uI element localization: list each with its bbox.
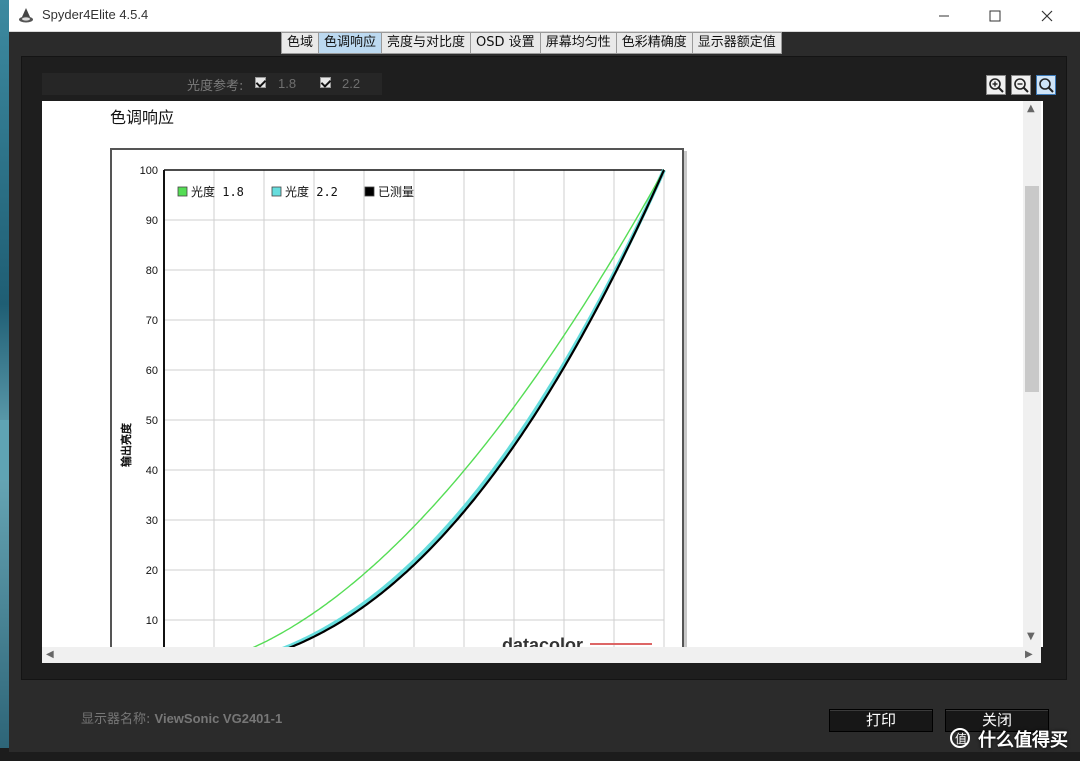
scroll-up-arrow-icon[interactable]: ▲ [1027,103,1035,114]
legend-swatch [271,186,282,197]
tab-gamut[interactable]: 色域 [282,33,320,53]
report-panel: 光度参考: 1.8 2.2 色调响应 10 20 30 40 50 60 70 … [21,56,1067,680]
vertical-scrollbar[interactable]: ▲ ▼ [1023,101,1041,647]
maximize-icon [989,10,1001,22]
y-tick-label: 100 [140,165,158,177]
section-title: 色调响应 [110,108,175,127]
report-content: 色调响应 10 20 30 40 50 60 70 80 90 100 输出亮度 光度 1.8 光度… [42,101,1043,672]
scroll-left-arrow-icon[interactable]: ◀ [46,649,54,660]
maximize-button[interactable] [972,0,1018,32]
monitor-name-value: ViewSonic VG2401-1 [154,711,283,726]
watermark-text: 什么值得买 [978,730,1068,751]
legend-label: 已测量 [378,185,414,199]
legend-swatch [177,186,188,197]
monitor-name-row: 显示器名称: ViewSonic VG2401-1 [81,708,282,727]
chart-legend: 光度 1.8 光度 2.2 已测量 [177,184,414,199]
gamma-1-8-value: 1.8 [278,76,297,91]
tone-response-chart-frame: 10 20 30 40 50 60 70 80 90 100 输出亮度 光度 1.8 光度 2.2 已… [110,148,684,672]
zoom-in-button[interactable] [986,75,1006,95]
scroll-right-arrow-icon[interactable]: ▶ [1025,649,1033,660]
tone-response-chart: 10 20 30 40 50 60 70 80 90 100 输出亮度 光度 1.8 光度 2.2 已… [119,165,666,672]
horizontal-scrollbar[interactable]: ◀ ▶ [42,647,1041,663]
tab-screen-uniformity[interactable]: 屏幕均匀性 [541,33,617,53]
zoom-out-icon [1014,78,1029,93]
y-tick-label: 20 [146,565,158,577]
tab-bar: 色域 色调响应 亮度与对比度 OSD 设置 屏幕均匀性 色彩精确度 显示器额定值 [281,32,782,54]
tab-brightness-contrast[interactable]: 亮度与对比度 [382,33,472,53]
spyder-app-icon [19,8,33,23]
gamma-reference-label: 光度参考: [187,79,244,94]
zoom-fit-button[interactable] [1036,75,1056,95]
tab-display-rating[interactable]: 显示器额定值 [693,33,781,53]
svg-text:值: 值 [955,731,967,746]
gamma-1-8-checkbox[interactable] [255,77,266,88]
legend-label: 光度 2.2 [285,184,338,199]
chart-grid [163,169,665,670]
title-bar: Spyder4Elite 4.5.4 [9,0,1080,32]
vertical-scroll-thumb[interactable] [1025,186,1039,392]
y-tick-label: 70 [146,315,158,327]
smzdm-logo-icon: 值 [950,728,970,748]
monitor-name-label: 显示器名称: [81,712,151,727]
tab-osd-settings[interactable]: OSD 设置 [471,33,541,53]
app-window: Spyder4Elite 4.5.4 色域 色调响应 亮度与对比度 OSD 设置… [9,0,1080,752]
scroll-down-arrow-icon[interactable]: ▼ [1027,631,1035,642]
y-tick-label: 90 [146,215,158,227]
minimize-button[interactable] [921,0,967,32]
gamma-2-2-checkbox[interactable] [320,77,331,88]
print-button[interactable]: 打印 [829,709,933,732]
legend-swatch [364,186,375,197]
gamma-2-2-value: 2.2 [342,76,361,91]
y-tick-label: 60 [146,365,158,377]
y-tick-labels: 10 20 30 40 50 60 70 80 90 100 [140,165,158,627]
tab-tone-response[interactable]: 色调响应 [319,33,383,53]
close-window-button[interactable] [1024,0,1070,32]
legend-label: 光度 1.8 [191,184,244,199]
tab-color-accuracy[interactable]: 色彩精确度 [617,33,693,53]
y-tick-label: 40 [146,465,158,477]
zoom-fit-icon [1039,78,1054,93]
y-tick-label: 10 [146,615,158,627]
y-tick-label: 50 [146,415,158,427]
y-tick-label: 80 [146,265,158,277]
zoom-in-icon [989,78,1004,93]
y-tick-label: 30 [146,515,158,527]
window-title: Spyder4Elite 4.5.4 [42,7,149,22]
close-icon [1041,10,1053,22]
minimize-icon [939,15,949,17]
y-axis-label: 输出亮度 [119,422,133,467]
datacolor-watermark: datacolor [502,635,583,647]
zoom-out-button[interactable] [1011,75,1031,95]
